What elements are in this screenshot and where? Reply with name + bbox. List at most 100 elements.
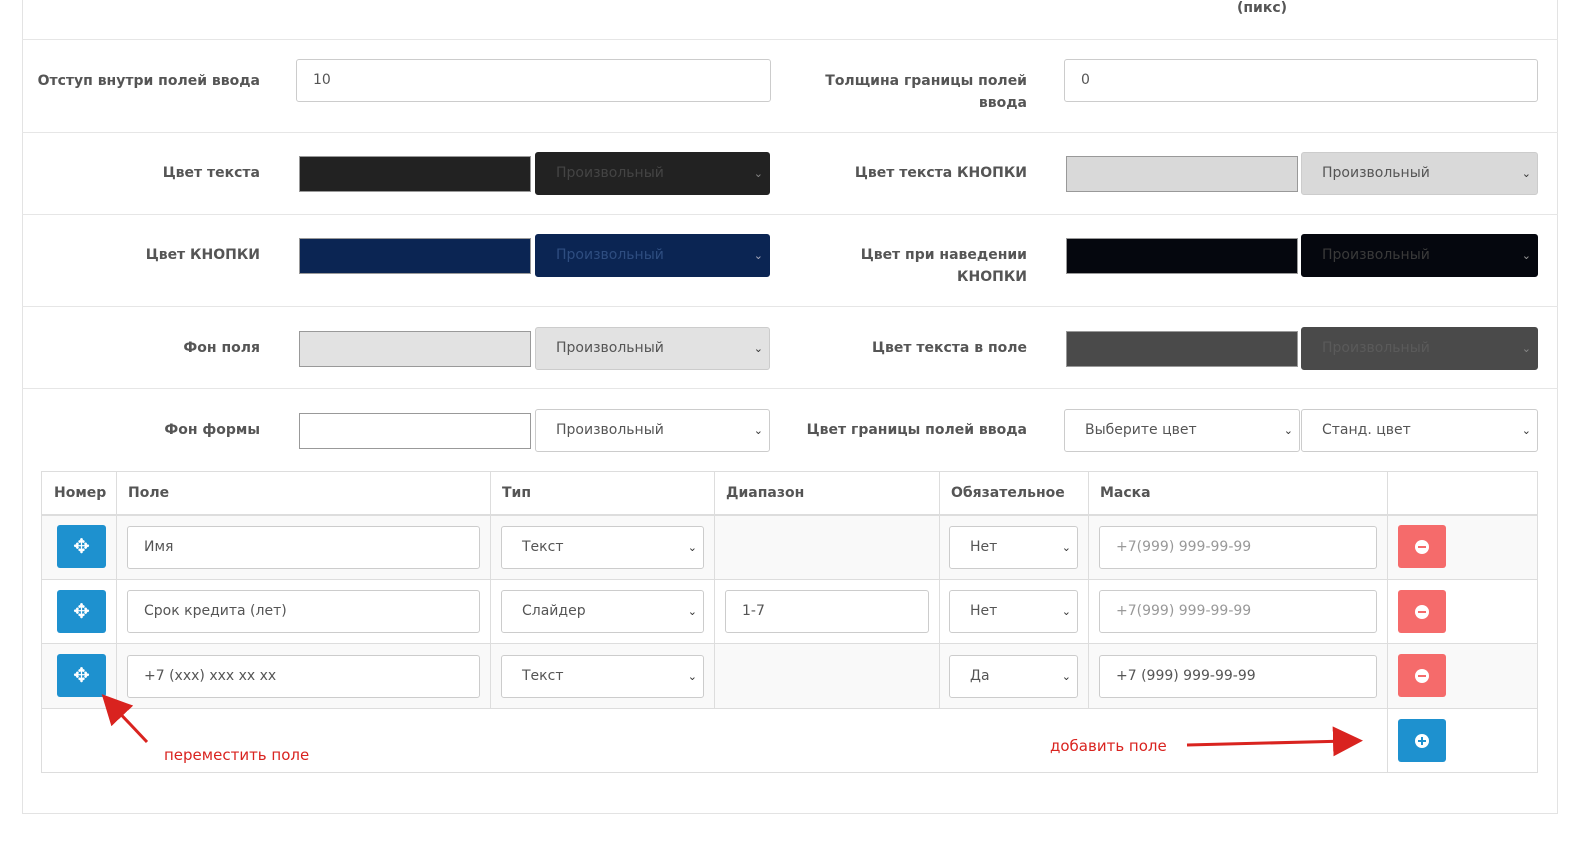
delete-button[interactable] <box>1398 654 1446 697</box>
input-border-color-preset-value: Станд. цвет <box>1322 422 1411 438</box>
required-value: Да <box>970 668 990 684</box>
field-name-input[interactable]: Имя <box>127 526 480 569</box>
border-width-input[interactable]: 0 <box>1064 59 1538 102</box>
button-text-color-label: Цвет текста КНОПКИ <box>854 165 1027 181</box>
field-text-color-swatch[interactable] <box>1066 331 1298 367</box>
arrows-move-icon: ✥ <box>73 663 90 687</box>
plus-circle-icon <box>1415 734 1429 748</box>
field-name-input[interactable]: +7 (xxx) xxx xx xx <box>127 655 480 698</box>
required-value: Нет <box>970 539 998 555</box>
unit-label: (пикс) <box>1236 0 1288 16</box>
input-border-color-select[interactable]: Выберите цвет ⌄ <box>1064 409 1300 452</box>
move-button[interactable]: ✥ <box>57 654 106 697</box>
padding-input[interactable]: 10 <box>296 59 771 102</box>
field-type-select[interactable]: Текст ⌄ <box>501 655 704 698</box>
chevron-down-icon: ⌄ <box>687 670 697 683</box>
minus-circle-icon <box>1415 605 1429 619</box>
padding-label: Отступ внутри полей ввода <box>37 73 260 89</box>
field-type-value: Текст <box>522 668 564 684</box>
form-bg-swatch[interactable] <box>299 413 531 449</box>
header-field: Поле <box>128 485 170 501</box>
divider <box>22 132 1558 133</box>
move-button[interactable]: ✥ <box>57 525 106 568</box>
field-type-value: Слайдер <box>522 603 586 619</box>
border-width-label: Толщина границы полей ввода <box>825 73 1027 111</box>
chevron-down-icon: ⌄ <box>1061 670 1071 683</box>
input-border-color-preset-select[interactable]: Станд. цвет ⌄ <box>1301 409 1538 452</box>
add-annotation: добавить поле <box>1050 737 1167 755</box>
add-field-button[interactable] <box>1398 719 1446 762</box>
button-color-swatch[interactable] <box>299 238 531 274</box>
chevron-down-icon: ⌄ <box>1521 167 1531 180</box>
header-type: Тип <box>502 485 532 501</box>
divider <box>22 306 1558 307</box>
chevron-down-icon: ⌄ <box>753 342 763 355</box>
form-bg-select-value: Произвольный <box>556 422 664 438</box>
chevron-down-icon: ⌄ <box>687 541 697 554</box>
move-button[interactable]: ✥ <box>57 590 106 633</box>
required-select[interactable]: Да ⌄ <box>949 655 1078 698</box>
chevron-down-icon: ⌄ <box>753 424 763 437</box>
field-type-select[interactable]: Слайдер ⌄ <box>501 590 704 633</box>
input-border-color-label: Цвет границы полей ввода <box>806 422 1027 438</box>
field-type-select[interactable]: Текст ⌄ <box>501 526 704 569</box>
mask-input[interactable]: +7(999) 999-99-99 <box>1099 526 1377 569</box>
field-bg-label: Фон поля <box>183 340 260 356</box>
range-input[interactable]: 1-7 <box>725 590 929 633</box>
chevron-down-icon: ⌄ <box>1283 424 1293 437</box>
required-select[interactable]: Нет ⌄ <box>949 590 1078 633</box>
arrows-move-icon: ✥ <box>73 599 90 623</box>
chevron-down-icon: ⌄ <box>1061 541 1071 554</box>
text-color-select-value: Произвольный <box>556 165 664 181</box>
minus-circle-icon <box>1415 669 1429 683</box>
delete-button[interactable] <box>1398 525 1446 568</box>
required-select[interactable]: Нет ⌄ <box>949 526 1078 569</box>
button-text-color-select[interactable]: Произвольный ⌄ <box>1301 152 1538 195</box>
divider <box>22 388 1558 389</box>
table-row-divider <box>42 643 1537 644</box>
button-color-select-value: Произвольный <box>556 247 664 263</box>
mask-input[interactable]: +7 (999) 999-99-99 <box>1099 655 1377 698</box>
button-color-select[interactable]: Произвольный ⌄ <box>535 234 770 277</box>
field-text-color-select-value: Произвольный <box>1322 340 1430 356</box>
chevron-down-icon: ⌄ <box>1521 249 1531 262</box>
chevron-down-icon: ⌄ <box>1521 424 1531 437</box>
input-border-color-select-value: Выберите цвет <box>1085 422 1197 438</box>
header-range: Диапазон <box>726 485 805 501</box>
form-bg-select[interactable]: Произвольный ⌄ <box>535 409 770 452</box>
field-name-input[interactable]: Срок кредита (лет) <box>127 590 480 633</box>
button-hover-swatch[interactable] <box>1066 238 1298 274</box>
button-color-label: Цвет КНОПКИ <box>145 247 260 263</box>
field-type-value: Текст <box>522 539 564 555</box>
text-color-swatch[interactable] <box>299 156 531 192</box>
chevron-down-icon: ⌄ <box>753 167 763 180</box>
delete-button[interactable] <box>1398 590 1446 633</box>
field-text-color-label: Цвет текста в поле <box>872 340 1027 356</box>
table-row-divider <box>42 708 1537 709</box>
button-text-color-select-value: Произвольный <box>1322 165 1430 181</box>
text-color-select[interactable]: Произвольный ⌄ <box>535 152 770 195</box>
field-text-color-select[interactable]: Произвольный ⌄ <box>1301 327 1538 370</box>
move-annotation: переместить поле <box>164 746 310 764</box>
chevron-down-icon: ⌄ <box>1061 605 1071 618</box>
mask-input[interactable]: +7(999) 999-99-99 <box>1099 590 1377 633</box>
column-divider <box>1387 472 1388 772</box>
form-bg-label: Фон формы <box>164 422 260 438</box>
required-value: Нет <box>970 603 998 619</box>
field-bg-select-value: Произвольный <box>556 340 664 356</box>
divider <box>22 39 1558 40</box>
divider <box>22 214 1558 215</box>
button-text-color-swatch[interactable] <box>1066 156 1298 192</box>
header-required: Обязательное <box>951 485 1065 501</box>
button-hover-select-value: Произвольный <box>1322 247 1430 263</box>
header-number: Номер <box>54 485 107 501</box>
header-mask: Маска <box>1100 485 1151 501</box>
button-hover-label: Цвет при наведении КНОПКИ <box>860 247 1027 285</box>
minus-circle-icon <box>1415 540 1429 554</box>
table-row-divider <box>42 579 1537 580</box>
chevron-down-icon: ⌄ <box>687 605 697 618</box>
button-hover-select[interactable]: Произвольный ⌄ <box>1301 234 1538 277</box>
field-bg-swatch[interactable] <box>299 331 531 367</box>
field-bg-select[interactable]: Произвольный ⌄ <box>535 327 770 370</box>
arrows-move-icon: ✥ <box>73 534 90 558</box>
